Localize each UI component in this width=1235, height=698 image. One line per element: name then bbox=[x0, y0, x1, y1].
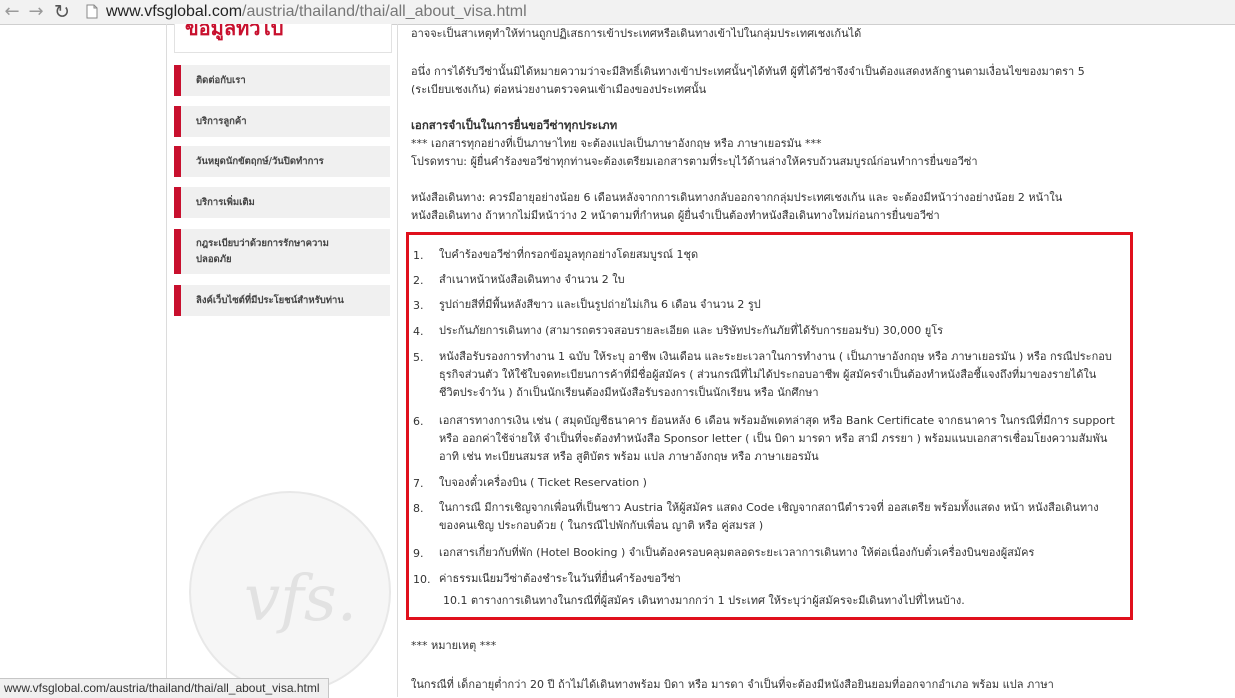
list-item-number: 7. bbox=[413, 477, 424, 490]
sidebar-item-label: วันหยุดนักขัตฤกษ์/วันปิดทำการ bbox=[196, 156, 324, 167]
list-item: หนังสือรับรองการทำงาน 1 ฉบับ ให้ระบุ อาช… bbox=[439, 350, 1112, 363]
list-item: สำเนาหน้าหนังสือเดินทาง จำนวน 2 ใบ bbox=[439, 273, 625, 286]
sidebar-item-label: บริการลูกค้า bbox=[196, 116, 247, 127]
list-item: เอกสารเกี่ยวกับที่พัก (Hotel Booking ) จ… bbox=[439, 546, 1035, 559]
list-item-number: 10. bbox=[413, 573, 431, 586]
sidebar-item-label: บริการเพิ่มเติม bbox=[196, 197, 255, 208]
list-item-number: 1. bbox=[413, 249, 424, 262]
list-item: เอกสารทางการเงิน เช่น ( สมุดบัญชีธนาคาร … bbox=[439, 414, 1115, 427]
list-item: ในการณี มีการเชิญจากเพื่อนที่เป็นชาว Aus… bbox=[439, 501, 1099, 514]
status-bar-url: www.vfsglobal.com/austria/thailand/thai/… bbox=[0, 678, 329, 698]
paragraph-line: (ระเบียบเชงเก้น) ต่อหน่วยงานตรวจคนเข้าเม… bbox=[411, 83, 707, 96]
address-bar[interactable]: www.vfsglobal.com/austria/thailand/thai/… bbox=[106, 2, 527, 22]
sidebar-item-label: ลิงค์เว็บไซต์ที่มีประโยชน์สำหรับท่าน bbox=[196, 295, 344, 306]
list-item-continuation: หรือ ออกค่าใช้จ่ายให้ จำเป็นที่จะต้องทำห… bbox=[439, 432, 1108, 445]
vfs-watermark-logo: vfs. bbox=[189, 491, 391, 693]
reload-icon[interactable]: ↻ bbox=[52, 2, 72, 22]
preparation-note: โปรดทราบ: ผู้ยื่นคำร้องขอวีซ่าทุกท่านจะต… bbox=[411, 155, 978, 168]
url-path: /austria/thailand/thai/all_about_visa.ht… bbox=[242, 3, 527, 20]
list-item: ประกันภัยการเดินทาง (สามารถตรวจสอบรายละเ… bbox=[439, 324, 944, 337]
list-item-continuation: ชีวิตประจำวัน ) ถ้าเป็นนักเรียนต้องมีหนั… bbox=[439, 386, 819, 399]
sidebar-header: ข้อมูลทั่วไป bbox=[174, 24, 392, 53]
translation-note: *** เอกสารทุกอย่างที่เป็นภาษาไทย จะต้องแ… bbox=[411, 137, 822, 150]
forward-arrow-icon[interactable]: → bbox=[26, 2, 46, 22]
list-item-number: 9. bbox=[413, 547, 424, 560]
list-item-number: 4. bbox=[413, 325, 424, 338]
sidebar-item-customer-service[interactable]: บริการลูกค้า bbox=[174, 106, 390, 137]
list-item-number: 6. bbox=[413, 415, 424, 428]
watermark-text: vfs. bbox=[244, 562, 357, 636]
page-border-left bbox=[166, 24, 167, 697]
list-item-number: 3. bbox=[413, 299, 424, 312]
back-arrow-icon[interactable]: ← bbox=[2, 2, 22, 22]
sidebar-item-security[interactable]: กฎระเบียบว่าด้วยการรักษาความ ปลอดภัย bbox=[174, 229, 390, 274]
list-item-continuation: ธุรกิจส่วนตัว ให้ใช้ใบจดทะเบียนการค้าที่… bbox=[439, 368, 1097, 381]
passport-requirement: หนังสือเดินทาง: ควรมีอายุอย่างน้อย 6 เดื… bbox=[411, 191, 1063, 204]
sidebar-item-contact[interactable]: ติดต่อกับเรา bbox=[174, 65, 390, 96]
remark-text: ในกรณีที่ เด็กอายุต่ำกว่า 20 ปี ถ้าไม่ได… bbox=[411, 678, 1054, 691]
sidebar-item-label-line2: ปลอดภัย bbox=[196, 254, 232, 265]
sidebar-item-label: ติดต่อกับเรา bbox=[196, 75, 246, 86]
list-item-number: 8. bbox=[413, 502, 424, 515]
section-title: เอกสารจำเป็นในการยื่นขอวีซ่าทุกประเภท bbox=[411, 118, 618, 132]
paragraph-line: อนึ่ง การได้รับวีซ่านั้นมิได้หมายความว่า… bbox=[411, 65, 1085, 78]
passport-requirement-line2: หนังสือเดินทาง ถ้าหากไม่มีหน้าว่าง 2 หน้… bbox=[411, 209, 940, 222]
browser-toolbar: ← → ↻ www.vfsglobal.com/austria/thailand… bbox=[0, 0, 1235, 25]
list-item-number: 5. bbox=[413, 351, 424, 364]
sidebar-item-useful-links[interactable]: ลิงค์เว็บไซต์ที่มีประโยชน์สำหรับท่าน bbox=[174, 285, 390, 316]
page-icon bbox=[86, 4, 98, 19]
list-item-continuation: ของคนเชิญ ประกอบด้วย ( ในกรณีไปพักกับเพื… bbox=[439, 519, 764, 532]
list-item: รูปถ่ายสีที่มีพื้นหลังสีขาว และเป็นรูปถ่… bbox=[439, 298, 761, 311]
intro-text: อาจจะเป็นสาเหตุทำให้ท่านถูกปฏิเสธการเข้า… bbox=[411, 27, 862, 40]
sidebar-title: ข้อมูลทั่วไป bbox=[185, 24, 284, 40]
remark-title: *** หมายเหตุ *** bbox=[411, 639, 497, 652]
list-item: ใบคำร้องขอวีซ่าที่กรอกข้อมูลทุกอย่างโดยส… bbox=[439, 248, 699, 261]
sidebar-item-label: กฎระเบียบว่าด้วยการรักษาความ bbox=[196, 238, 329, 249]
sidebar-item-additional-services[interactable]: บริการเพิ่มเติม bbox=[174, 187, 390, 218]
list-item: ค่าธรรมเนียมวีซ่าต้องชำระในวันที่ยื่นคำร… bbox=[439, 572, 681, 585]
url-host: www.vfsglobal.com bbox=[106, 3, 243, 20]
list-item-number: 2. bbox=[413, 274, 424, 287]
sidebar-item-holidays[interactable]: วันหยุดนักขัตฤกษ์/วันปิดทำการ bbox=[174, 146, 390, 177]
list-item: ใบจองตั๋วเครื่องบิน ( Ticket Reservation… bbox=[439, 476, 647, 489]
list-item-continuation: อาทิ เช่น ทะเบียนสมรส หรือ สูติบัตร พร้อ… bbox=[439, 450, 819, 463]
sub-list-item: 10.1 ตารางการเดินทางในกรณีที่ผู้สมัคร เด… bbox=[443, 594, 965, 607]
